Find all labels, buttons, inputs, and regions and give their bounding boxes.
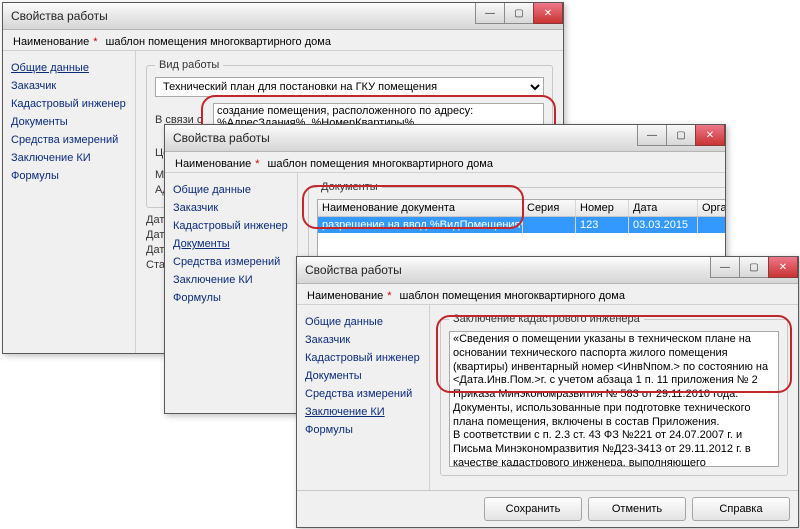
minimize-button[interactable]: — bbox=[637, 125, 667, 146]
sidebar-item-conclusion[interactable]: Заключение КИ bbox=[9, 149, 129, 167]
minimize-button[interactable]: — bbox=[475, 3, 505, 24]
sidebar: Общие данные Заказчик Кадастровый инжене… bbox=[165, 173, 298, 413]
cell-org bbox=[698, 217, 725, 233]
sidebar-item-customer[interactable]: Заказчик bbox=[171, 199, 291, 217]
sidebar-item-formulas[interactable]: Формулы bbox=[303, 421, 423, 439]
sidebar-item-engineer[interactable]: Кадастровый инженер bbox=[171, 217, 291, 235]
sidebar-item-conclusion[interactable]: Заключение КИ bbox=[303, 403, 423, 421]
col-org: Организация bbox=[698, 200, 725, 216]
sidebar-item-engineer[interactable]: Кадастровый инженер bbox=[303, 349, 423, 367]
sidebar-item-general[interactable]: Общие данные bbox=[171, 181, 291, 199]
cell-series bbox=[523, 217, 576, 233]
sidebar-item-engineer[interactable]: Кадастровый инженер bbox=[9, 95, 129, 113]
name-value: шаблон помещения многоквартирного дома bbox=[268, 158, 493, 170]
col-number: Номер bbox=[576, 200, 629, 216]
sidebar-item-conclusion[interactable]: Заключение КИ bbox=[171, 271, 291, 289]
work-type-legend: Вид работы bbox=[155, 59, 223, 71]
sidebar-item-formulas[interactable]: Формулы bbox=[9, 167, 129, 185]
col-series: Серия bbox=[523, 200, 576, 216]
sidebar-item-measure[interactable]: Средства измерений bbox=[303, 385, 423, 403]
col-name: Наименование документа bbox=[318, 200, 523, 216]
maximize-button[interactable]: ▢ bbox=[504, 3, 534, 24]
close-button[interactable]: ✕ bbox=[533, 3, 563, 24]
sidebar-item-docs[interactable]: Документы bbox=[171, 235, 291, 253]
required-asterisk: * bbox=[93, 36, 97, 48]
name-header: Наименование * шаблон помещения многоква… bbox=[297, 284, 798, 305]
docs-legend: Документы bbox=[317, 181, 382, 193]
window-title: Свойства работы bbox=[305, 263, 402, 277]
required-asterisk: * bbox=[255, 158, 259, 170]
conclusion-group: Заключение кадастрового инженера «Сведен… bbox=[440, 313, 788, 476]
table-header: Наименование документа Серия Номер Дата … bbox=[318, 200, 725, 217]
close-button[interactable]: ✕ bbox=[695, 125, 725, 146]
sidebar: Общие данные Заказчик Кадастровый инжене… bbox=[297, 305, 430, 490]
titlebar[interactable]: Свойства работы — ▢ ✕ bbox=[3, 3, 563, 30]
sidebar-item-customer[interactable]: Заказчик bbox=[303, 331, 423, 349]
table-row[interactable]: разрешение на ввод %ВидПомещения% %Номер… bbox=[318, 217, 725, 233]
col-date: Дата bbox=[629, 200, 698, 216]
name-header: Наименование * шаблон помещения многоква… bbox=[3, 30, 563, 51]
conclusion-legend: Заключение кадастрового инженера bbox=[449, 313, 644, 325]
work-type-select[interactable]: Технический план для постановки на ГКУ п… bbox=[155, 77, 544, 97]
sidebar: Общие данные Заказчик Кадастровый инжене… bbox=[3, 51, 136, 353]
conclusion-textarea[interactable]: «Сведения о помещении указаны в техничес… bbox=[449, 331, 779, 467]
name-value: шаблон помещения многоквартирного дома bbox=[400, 290, 625, 302]
help-button[interactable]: Справка bbox=[692, 497, 790, 521]
save-button[interactable]: Сохранить bbox=[484, 497, 582, 521]
name-label: Наименование bbox=[307, 290, 383, 302]
cancel-button[interactable]: Отменить bbox=[588, 497, 686, 521]
window-title: Свойства работы bbox=[11, 9, 108, 23]
sidebar-item-general[interactable]: Общие данные bbox=[303, 313, 423, 331]
maximize-button[interactable]: ▢ bbox=[739, 257, 769, 278]
maximize-button[interactable]: ▢ bbox=[666, 125, 696, 146]
sidebar-item-measure[interactable]: Средства измерений bbox=[171, 253, 291, 271]
name-label: Наименование bbox=[175, 158, 251, 170]
cell-name: разрешение на ввод %ВидПомещения% %Номер… bbox=[318, 217, 523, 233]
dialog-footer: Сохранить Отменить Справка bbox=[297, 490, 798, 527]
titlebar[interactable]: Свойства работы — ▢ ✕ bbox=[297, 257, 798, 284]
sidebar-item-measure[interactable]: Средства измерений bbox=[9, 131, 129, 149]
sidebar-item-docs[interactable]: Документы bbox=[303, 367, 423, 385]
sidebar-item-customer[interactable]: Заказчик bbox=[9, 77, 129, 95]
name-label: Наименование bbox=[13, 36, 89, 48]
cell-date: 03.03.2015 bbox=[629, 217, 698, 233]
titlebar[interactable]: Свойства работы — ▢ ✕ bbox=[165, 125, 725, 152]
sidebar-item-general[interactable]: Общие данные bbox=[9, 59, 129, 77]
required-asterisk: * bbox=[387, 290, 391, 302]
name-header: Наименование * шаблон помещения многоква… bbox=[165, 152, 725, 173]
window-title: Свойства работы bbox=[173, 131, 270, 145]
sidebar-item-formulas[interactable]: Формулы bbox=[171, 289, 291, 307]
sidebar-item-docs[interactable]: Документы bbox=[9, 113, 129, 131]
window-conclusion: Свойства работы — ▢ ✕ Наименование * шаб… bbox=[296, 256, 799, 528]
name-value: шаблон помещения многоквартирного дома bbox=[106, 36, 331, 48]
minimize-button[interactable]: — bbox=[710, 257, 740, 278]
cell-number: 123 bbox=[576, 217, 629, 233]
close-button[interactable]: ✕ bbox=[768, 257, 798, 278]
